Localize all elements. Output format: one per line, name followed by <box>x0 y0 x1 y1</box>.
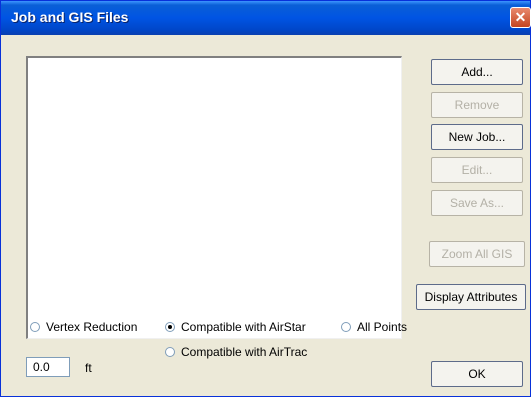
edit-button[interactable]: Edit... <box>431 157 523 183</box>
radio-label: Compatible with AirStar <box>181 320 306 334</box>
zoom-all-gis-button[interactable]: Zoom All GIS <box>429 241 525 267</box>
radio-circle[interactable] <box>165 322 175 332</box>
radio-compatible-airstar[interactable]: Compatible with AirStar <box>165 320 306 334</box>
close-button[interactable]: ✕ <box>510 7 531 28</box>
save-as-button[interactable]: Save As... <box>431 190 523 216</box>
remove-button[interactable]: Remove <box>431 92 523 118</box>
title-bar[interactable]: Job and GIS Files ✕ <box>1 1 531 35</box>
gis-files-list[interactable] <box>26 56 402 339</box>
radio-circle[interactable] <box>341 322 351 332</box>
radio-circle[interactable] <box>165 347 175 357</box>
radio-compatible-airtrac[interactable]: Compatible with AirTrac <box>165 345 307 359</box>
add-button[interactable]: Add... <box>431 59 523 85</box>
window-title: Job and GIS Files <box>11 9 129 25</box>
tolerance-unit: ft <box>85 361 92 375</box>
radio-label: Compatible with AirTrac <box>181 345 308 359</box>
radio-label: Vertex Reduction <box>46 320 138 334</box>
ok-button[interactable]: OK <box>431 361 523 387</box>
radio-all-points[interactable]: All Points <box>341 320 407 334</box>
new-job-button[interactable]: New Job... <box>431 124 523 150</box>
radio-vertex-reduction[interactable]: Vertex Reduction <box>30 320 137 334</box>
dialog-window: Job and GIS Files ✕ Add... Remove New Jo… <box>0 0 531 397</box>
display-attributes-button[interactable]: Display Attributes <box>416 284 526 310</box>
radio-circle[interactable] <box>30 322 40 332</box>
radio-label: All Points <box>357 320 408 334</box>
tolerance-input[interactable] <box>26 357 70 377</box>
